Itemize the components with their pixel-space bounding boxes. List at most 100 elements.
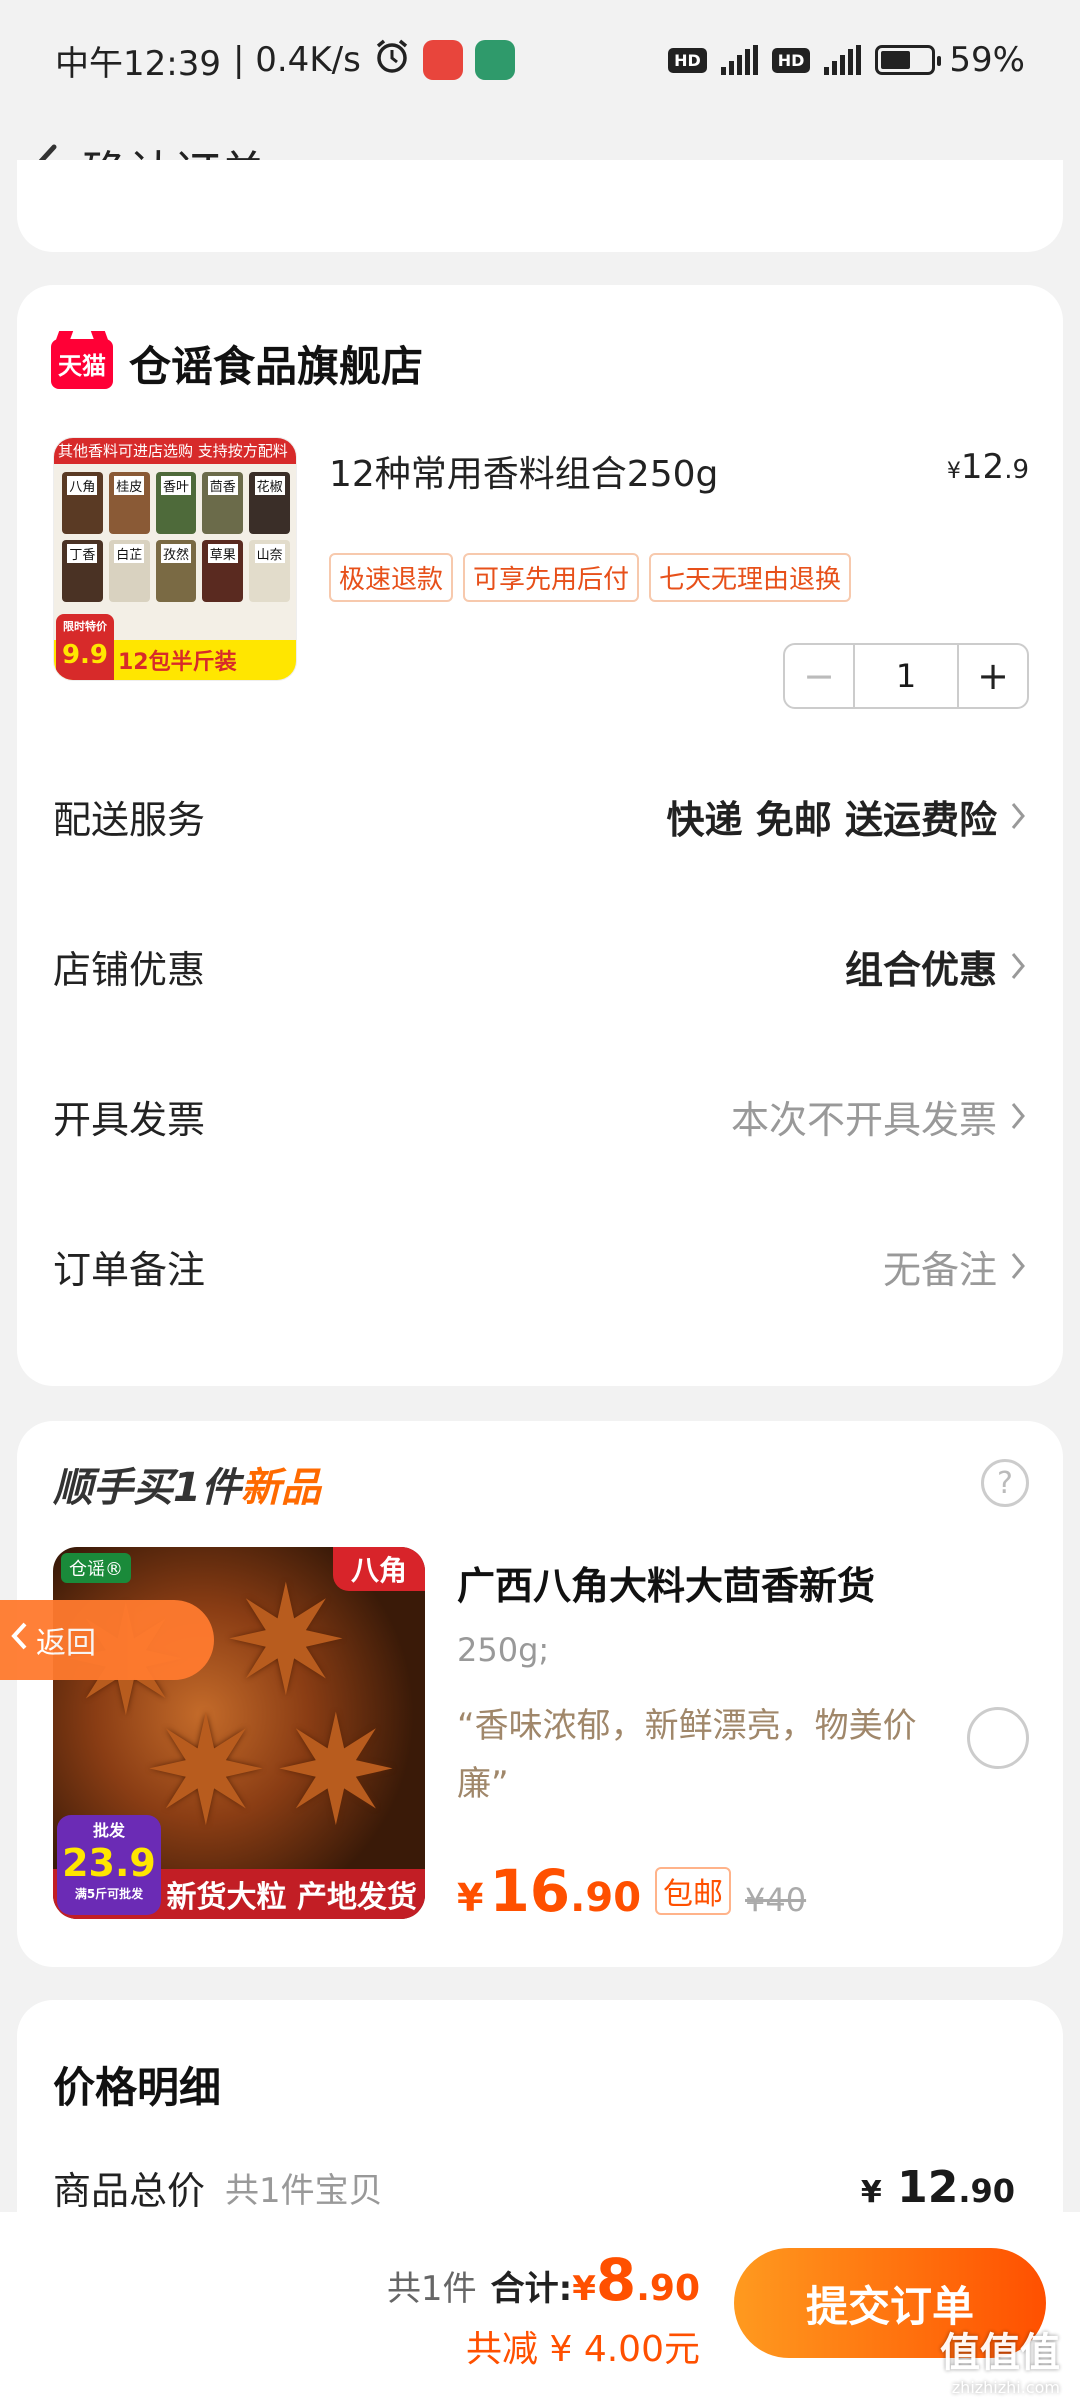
invoice-label: 开具发票	[53, 1097, 206, 1142]
order-total: 共1件 合计: ¥ 8 .90	[387, 2246, 700, 2314]
floating-back-label: 返回	[36, 1626, 96, 1661]
service-tags: 极速退款 可享先用后付 七天无理由退换	[329, 553, 852, 602]
product-image-bottom-text: 12包半斤装	[118, 650, 237, 675]
spice-tile: 桂皮	[108, 472, 150, 534]
app-notification-icon-2	[474, 40, 515, 80]
increase-button[interactable]: +	[959, 645, 1027, 707]
star-anise-shape: ✷	[273, 1685, 399, 1859]
chevron-right-icon	[1007, 798, 1029, 834]
addon-image-badge: 批发 23.9 满5斤可批发	[57, 1815, 161, 1915]
bottom-bar: 共1件 合计: ¥ 8 .90 共减 ¥ 4.00元 提交订单	[0, 2212, 1080, 2400]
spice-tile-label: 草果	[207, 544, 238, 563]
goods-total-dec: .90	[958, 2172, 1015, 2210]
store-discount-label: 店铺优惠	[53, 947, 206, 992]
spice-tile: 草果	[202, 540, 244, 602]
tag-fast-refund: 极速退款	[329, 553, 454, 602]
chevron-left-icon	[10, 1621, 28, 1659]
product-price-int: 12	[960, 447, 1005, 487]
spice-tile: 花椒	[249, 472, 290, 534]
total-dec: .90	[636, 2268, 700, 2309]
status-bar: 中午12:39 | 0.4K/s HD HD 59%	[0, 0, 1080, 120]
spice-tile: 八角	[62, 472, 103, 534]
alarm-icon	[373, 37, 411, 84]
goods-total-currency: ¥	[860, 2175, 882, 2210]
spice-tile-label: 丁香	[67, 544, 98, 563]
battery-percent: 59%	[949, 40, 1025, 80]
chevron-right-icon	[1007, 948, 1029, 984]
spice-tile: 丁香	[62, 540, 103, 602]
chevron-right-icon	[1007, 1098, 1029, 1134]
delivery-label: 配送服务	[53, 797, 206, 842]
price-detail-title: 价格明细	[53, 2063, 222, 2112]
previous-card-edge	[17, 160, 1063, 252]
goods-total-amount: ¥ 12.90	[861, 2162, 1015, 2213]
addon-title-new: 新品	[240, 1465, 321, 1511]
site-watermark: 值值值 zhizhizhi.com	[940, 2320, 1060, 2397]
addon-product-spec: 250g;	[457, 1631, 550, 1669]
status-right: HD HD 59%	[668, 40, 1025, 80]
total-currency: ¥	[572, 2269, 596, 2309]
product-image-grid: 八角 桂皮 香叶 茴香 花椒 丁香 白芷 孜然 草果 山奈	[62, 472, 290, 602]
addon-price-int: 16	[489, 1857, 571, 1925]
store-order-card: 天猫 仓谣食品旗舰店 其他香料可进店选购 支持按方配料 八角 桂皮 香叶 茴香 花椒 丁香…	[17, 285, 1063, 1386]
watermark-main: 值值值	[940, 2330, 1060, 2376]
invoice-value: 本次不开具发票	[730, 1097, 997, 1142]
store-discount-value: 组合优惠	[844, 947, 997, 992]
quantity-stepper: − 1 +	[783, 643, 1029, 709]
help-icon[interactable]: ?	[981, 1459, 1029, 1507]
addon-card: 顺手买1件新品 ? ✷ ✷ ✷ ✷ 仓谣® 八角 新货大粒 产地发货 批发 23…	[17, 1421, 1063, 1967]
goods-total-label: 商品总价	[53, 2169, 206, 2213]
product-price-currency: ¥	[946, 459, 961, 484]
spice-tile: 白芷	[108, 540, 150, 602]
product-image[interactable]: 其他香料可进店选购 支持按方配料 八角 桂皮 香叶 茴香 花椒 丁香 白芷 孜然 草果 山奈 12…	[53, 437, 297, 681]
spice-tile: 山奈	[249, 540, 290, 602]
addon-image-brand: 仓谣®	[61, 1553, 131, 1583]
spice-tile-label: 八角	[67, 476, 98, 495]
row-delivery[interactable]: 配送服务 快递 免邮 送运费险	[53, 786, 1029, 846]
row-order-note[interactable]: 订单备注 无备注	[53, 1236, 1029, 1296]
floating-back-button[interactable]: 返回	[0, 1600, 214, 1680]
signal-icon-2	[824, 45, 862, 75]
hd-icon-2: HD	[771, 47, 811, 73]
hd-icon: HD	[668, 47, 707, 73]
free-shipping-badge: 包邮	[655, 1867, 732, 1915]
row-placeholder	[53, 285, 1029, 345]
network-speed: | 0.4K/s	[232, 40, 361, 80]
order-note-label: 订单备注	[53, 1247, 206, 1292]
addon-badge-price: 23.9	[62, 1841, 156, 1885]
chevron-right-icon	[1007, 1248, 1029, 1284]
product-image-badge-label: 限时特价	[63, 620, 107, 633]
addon-title: 顺手买1件新品	[53, 1455, 321, 1513]
spice-tile: 茴香	[202, 472, 244, 534]
product-title[interactable]: 12种常用香料组合250g	[329, 445, 718, 497]
signal-icon	[720, 45, 758, 75]
quantity-value[interactable]: 1	[853, 645, 959, 707]
total-int: 8	[595, 2246, 637, 2314]
goods-count: 共1件宝贝	[225, 2171, 383, 2211]
spice-tile-label: 花椒	[254, 476, 285, 495]
spice-tile-label: 茴香	[207, 476, 238, 495]
spice-tile-label: 桂皮	[114, 476, 145, 495]
total-saved: 共减 ¥ 4.00元	[466, 2329, 700, 2370]
addon-badge-top: 批发	[92, 1821, 125, 1840]
tag-seven-day-return: 七天无理由退换	[649, 553, 852, 602]
spice-tile-label: 山奈	[254, 544, 285, 563]
addon-image-tag: 八角	[332, 1547, 425, 1591]
battery-icon	[875, 45, 942, 75]
order-note-value: 无备注	[882, 1247, 997, 1292]
app-notification-icon	[422, 40, 463, 80]
status-time: 中午12:39	[55, 43, 221, 84]
product-image-badge-price: 9.9	[61, 640, 109, 670]
row-invoice[interactable]: 开具发票 本次不开具发票	[53, 1086, 1029, 1146]
status-left: 中午12:39 | 0.4K/s	[55, 36, 515, 85]
goods-total-row: 商品总价 共1件宝贝 ¥ 12.90	[53, 2160, 1015, 2215]
addon-price-dec: .90	[570, 1875, 642, 1921]
total-label: 合计:	[490, 2269, 573, 2309]
decrease-button[interactable]: −	[785, 645, 853, 707]
star-anise-shape: ✷	[143, 1685, 269, 1859]
delivery-value: 快递 免邮 送运费险	[666, 797, 997, 842]
addon-product-name[interactable]: 广西八角大料大茴香新货	[457, 1555, 875, 1610]
goods-total-int: 12	[897, 2162, 959, 2213]
addon-select-radio[interactable]	[967, 1707, 1029, 1769]
row-store-discount[interactable]: 店铺优惠 组合优惠	[53, 936, 1029, 996]
